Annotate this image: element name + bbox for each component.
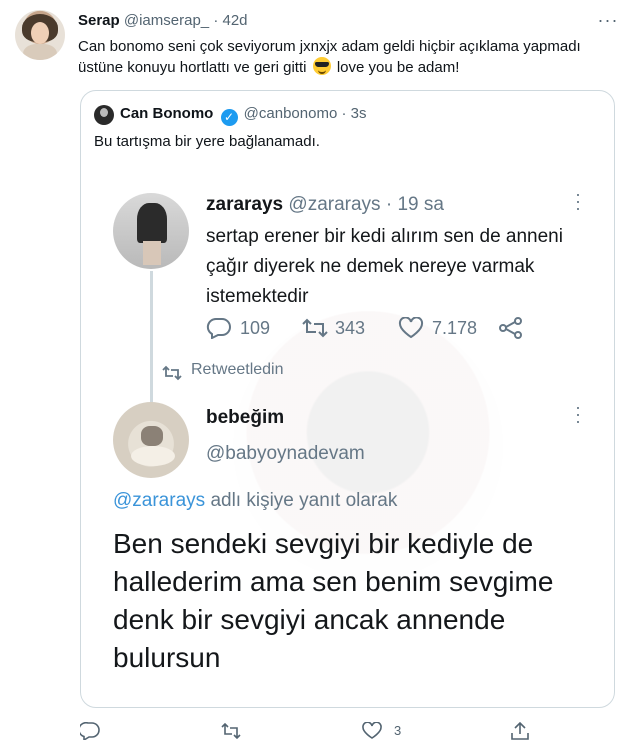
- quoted-author-avatar: [94, 105, 114, 125]
- screenshot-first-separator: ·: [385, 194, 393, 215]
- reply-icon: [206, 317, 231, 339]
- screenshot-second-text: Ben sendeki sevgiyi bir kediyle de halle…: [113, 528, 554, 673]
- quoted-tweet-header: Can Bonomo ✓ @canbonomo · 3s: [120, 105, 366, 126]
- quoted-tweet-text: Bu tartışma bir yere bağlanamadı.: [94, 133, 320, 150]
- retweet-icon: [221, 722, 241, 740]
- screenshot-first-avatar: [113, 193, 189, 269]
- heart-icon: [362, 722, 382, 739]
- screenshot-first-actions: 109 343 7.178: [206, 316, 536, 340]
- share-icon: [511, 722, 529, 740]
- screenshot-like-count: 7.178: [432, 318, 478, 338]
- screenshot-first-name: zararays: [206, 194, 284, 215]
- tweet-text-part-2: love you be adam!: [336, 59, 460, 76]
- screenshot-first-text: sertap erener bir kedi alırım sen de ann…: [206, 226, 563, 307]
- retweet-icon: [302, 318, 328, 338]
- share-icon: [499, 317, 522, 339]
- more-options-icon[interactable]: ···: [595, 10, 621, 30]
- tweet-timestamp[interactable]: 42d: [222, 12, 247, 29]
- reply-suffix: adlı kişiye yanıt olarak: [210, 490, 398, 511]
- heart-icon: [398, 317, 424, 339]
- retweeted-icon: [162, 365, 182, 381]
- quoted-author-name: Can Bonomo: [120, 105, 214, 122]
- screenshot-retweet-count: 343: [335, 318, 366, 338]
- screenshot-second-handle: @babyoynadevam: [206, 443, 365, 464]
- author-name[interactable]: Serap: [78, 12, 120, 29]
- quoted-timestamp: 3s: [350, 105, 367, 122]
- quoted-tweet[interactable]: Can Bonomo ✓ @canbonomo · 3s Bu tartışma…: [80, 90, 615, 708]
- screenshot-first-more-icon: · · ·: [575, 184, 581, 218]
- tweet-header: Serap @iamserap_ · 42d: [78, 12, 248, 29]
- screenshot-second-more-icon: · · ·: [575, 397, 581, 431]
- header-separator: ·: [213, 12, 219, 29]
- quoted-header-separator: ·: [341, 105, 347, 122]
- retweeted-label: Retweetledin: [191, 361, 284, 378]
- attached-screenshot-image[interactable]: zararays @zararays · 19 sa · · · sertap er…: [101, 179, 599, 699]
- author-avatar[interactable]: [15, 10, 65, 60]
- author-handle[interactable]: @iamserap_: [124, 12, 209, 29]
- tweet-action-bar: 3: [80, 718, 620, 744]
- screenshot-second-name: bebeğim: [206, 407, 285, 428]
- reply-icon: [80, 722, 100, 740]
- screenshot-second-avatar: [113, 402, 189, 478]
- screenshot-first-time: 19 sa: [397, 194, 444, 215]
- replying-to-line: @zararays adlı kişiye yanıt olarak: [113, 490, 397, 512]
- reply-mention: @zararays: [113, 490, 206, 511]
- screenshot-first-header: zararays @zararays · 19 sa: [206, 194, 444, 216]
- like-count: 3: [394, 723, 402, 738]
- tweet-text: Can bonomo seni çok seviyorum jxnxjx ada…: [78, 37, 618, 78]
- quoted-author-handle: @canbonomo: [243, 105, 338, 122]
- screenshot-reply-count: 109: [240, 318, 271, 338]
- sunglasses-emoji-icon: [312, 57, 331, 75]
- verified-badge-icon: ✓: [220, 109, 238, 126]
- screenshot-first-handle: @zararays: [288, 194, 381, 215]
